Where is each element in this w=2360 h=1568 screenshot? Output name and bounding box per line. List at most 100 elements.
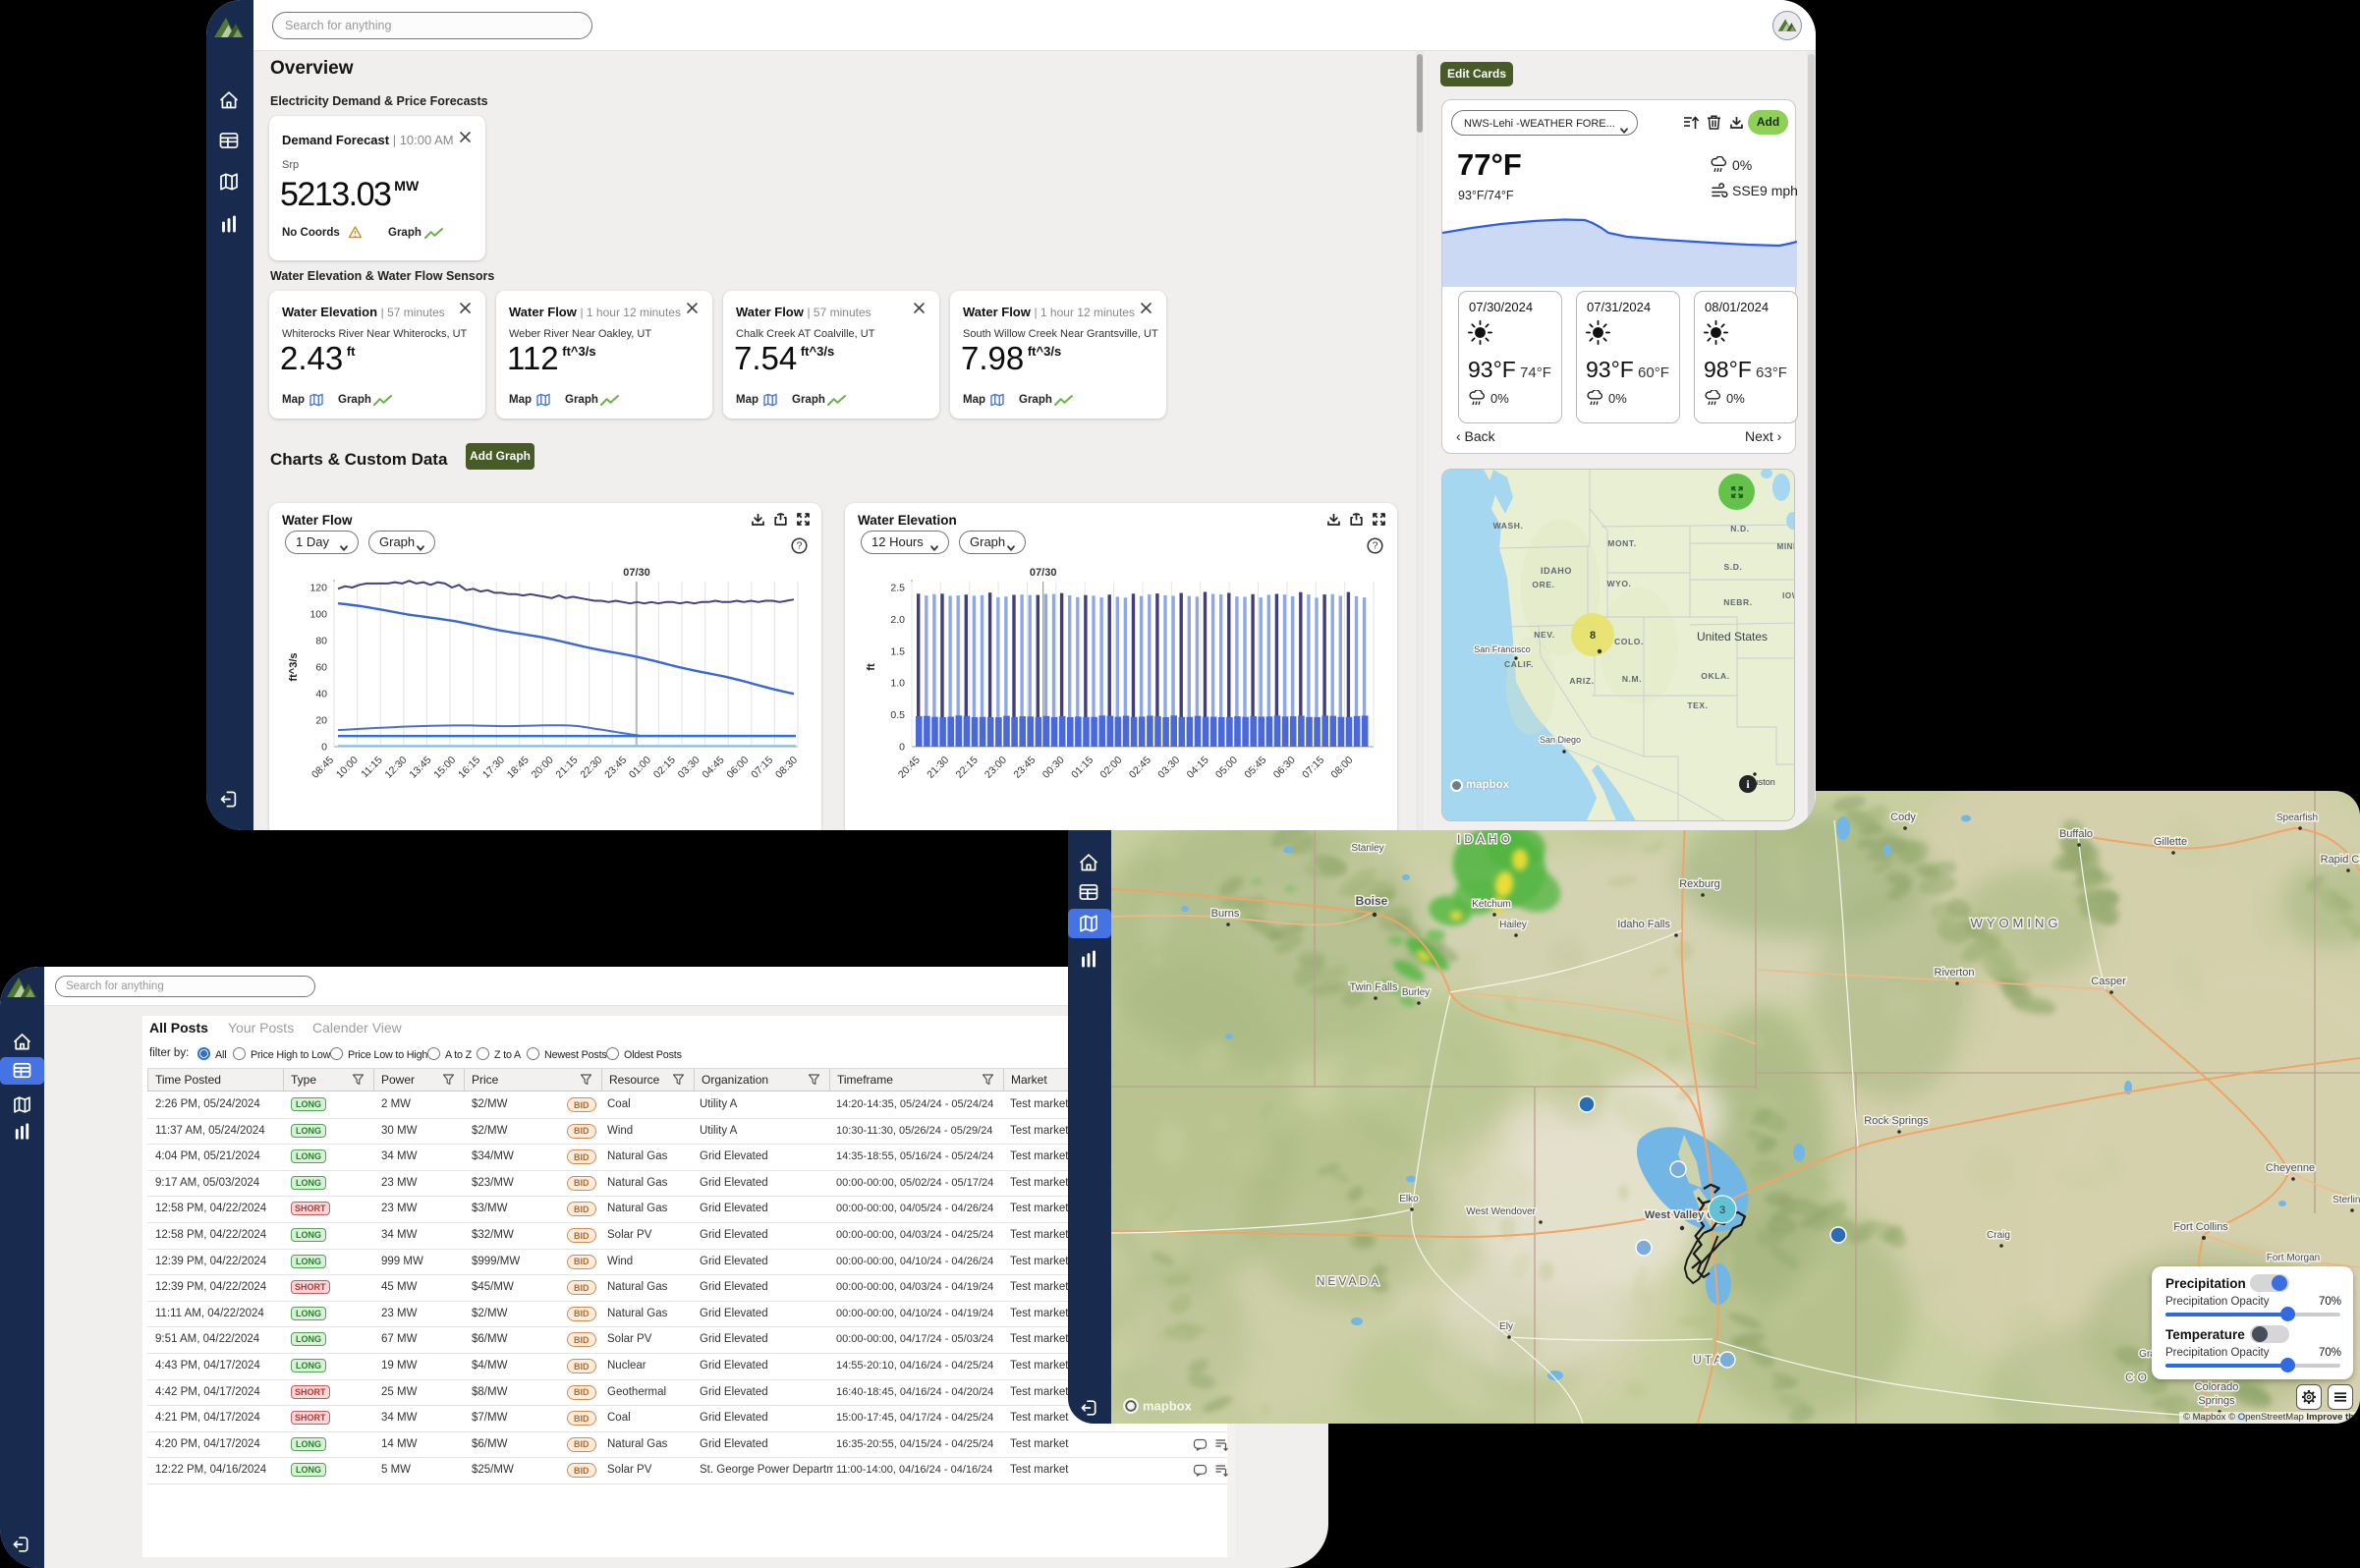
svg-text:02:00: 02:00 <box>1097 755 1124 781</box>
svg-text:04:15: 04:15 <box>1185 755 1211 781</box>
svg-text:21:30: 21:30 <box>925 755 951 781</box>
svg-text:WASH.: WASH. <box>1493 521 1524 531</box>
svg-text:18:45: 18:45 <box>505 755 532 781</box>
svg-text:05:00: 05:00 <box>1213 755 1240 781</box>
svg-text:01:15: 01:15 <box>1069 755 1096 781</box>
svg-text:80: 80 <box>315 636 327 647</box>
svg-text:22:15: 22:15 <box>954 755 981 781</box>
svg-text:ft: ft <box>866 663 877 671</box>
svg-text:Burley: Burley <box>1402 987 1430 998</box>
svg-text:2.0: 2.0 <box>890 614 905 626</box>
svg-text:0: 0 <box>321 742 327 754</box>
svg-text:IDAHO: IDAHO <box>1457 832 1514 846</box>
svg-text:Ketchum: Ketchum <box>1472 899 1510 910</box>
svg-text:08:30: 08:30 <box>773 755 800 781</box>
svg-text:NEVADA: NEVADA <box>1317 1274 1381 1288</box>
svg-text:07:15: 07:15 <box>1300 755 1326 781</box>
svg-text:23:45: 23:45 <box>602 755 629 781</box>
svg-text:Twin Falls: Twin Falls <box>1350 981 1398 993</box>
svg-text:100: 100 <box>309 609 327 621</box>
svg-text:02:15: 02:15 <box>651 755 678 781</box>
svg-text:Elko: Elko <box>1399 1194 1419 1204</box>
svg-text:07/30: 07/30 <box>623 567 650 579</box>
svg-text:120: 120 <box>309 583 327 594</box>
svg-text:Spearfish: Spearfish <box>2276 812 2318 823</box>
svg-text:Springs: Springs <box>2198 1395 2235 1407</box>
svg-text:CALIF.: CALIF. <box>1504 659 1534 669</box>
svg-text:23:45: 23:45 <box>1011 755 1038 781</box>
svg-text:04:45: 04:45 <box>701 755 727 781</box>
svg-text:IOW: IOW <box>1782 591 1795 600</box>
svg-text:NEV.: NEV. <box>1534 630 1554 640</box>
svg-text:Gillette: Gillette <box>2154 836 2187 848</box>
svg-text:Fort Collins: Fort Collins <box>2173 1221 2228 1233</box>
svg-text:N.M.: N.M. <box>1622 674 1642 684</box>
svg-text:COLO.: COLO. <box>1614 637 1644 646</box>
svg-text:8: 8 <box>1590 630 1596 642</box>
svg-text:03:30: 03:30 <box>676 755 702 781</box>
svg-text:IDAHO: IDAHO <box>1541 566 1572 576</box>
svg-text:MONT.: MONT. <box>1607 538 1636 548</box>
svg-text:Rexburg: Rexburg <box>1679 878 1720 890</box>
svg-text:40: 40 <box>315 689 327 700</box>
svg-text:Craig: Craig <box>1987 1230 2010 1241</box>
svg-text:Burns: Burns <box>1211 908 1240 920</box>
svg-text:01:00: 01:00 <box>627 755 653 781</box>
svg-text:22:30: 22:30 <box>578 755 604 781</box>
svg-text:ft^3/s: ft^3/s <box>288 652 300 681</box>
svg-text:15:00: 15:00 <box>431 755 458 781</box>
svg-text:Rapid City: Rapid City <box>2321 854 2360 866</box>
svg-text:10:00: 10:00 <box>334 755 361 781</box>
svg-text:17:30: 17:30 <box>480 755 507 781</box>
svg-text:San Francisco: San Francisco <box>1474 644 1531 654</box>
svg-text:13:45: 13:45 <box>407 755 433 781</box>
svg-text:3: 3 <box>1719 1204 1725 1216</box>
svg-text:20: 20 <box>315 715 327 727</box>
svg-text:Hailey: Hailey <box>1499 920 1527 930</box>
svg-text:08:45: 08:45 <box>309 755 336 781</box>
svg-text:06:30: 06:30 <box>1271 755 1298 781</box>
svg-text:23:00: 23:00 <box>983 755 1009 781</box>
svg-text:07:15: 07:15 <box>749 755 775 781</box>
svg-text:05:45: 05:45 <box>1242 755 1268 781</box>
svg-text:San Diego: San Diego <box>1540 735 1581 745</box>
svg-text:Sterling: Sterling <box>2332 1195 2360 1205</box>
svg-text:2.5: 2.5 <box>890 583 905 594</box>
svg-text:CO: CO <box>2125 1371 2151 1384</box>
svg-text:0.5: 0.5 <box>890 709 905 721</box>
svg-text:N.D.: N.D. <box>1730 524 1749 533</box>
svg-text:1.0: 1.0 <box>890 678 905 690</box>
svg-text:Cheyenne: Cheyenne <box>2266 1162 2315 1174</box>
svg-text:08:00: 08:00 <box>1328 755 1355 781</box>
svg-text:MINN: MINN <box>1777 542 1795 551</box>
svg-text:16:15: 16:15 <box>456 755 482 781</box>
svg-text:Rock Springs: Rock Springs <box>1864 1115 1929 1127</box>
svg-text:06:00: 06:00 <box>724 755 751 781</box>
svg-text:12:30: 12:30 <box>383 755 410 781</box>
svg-text:United States: United States <box>1697 630 1768 644</box>
svg-text:ARIZ.: ARIZ. <box>1569 676 1594 686</box>
svg-text:Colorado: Colorado <box>2195 1381 2239 1393</box>
svg-text:Boise: Boise <box>1356 894 1388 908</box>
svg-text:Buffalo: Buffalo <box>2059 828 2093 840</box>
svg-text:00:30: 00:30 <box>1040 755 1067 781</box>
svg-text:WYOMING: WYOMING <box>1971 916 2062 930</box>
svg-text:0: 0 <box>899 742 905 754</box>
svg-text:Casper: Casper <box>2091 976 2126 987</box>
svg-text:Cody: Cody <box>1890 812 1916 823</box>
svg-text:07/30: 07/30 <box>1030 567 1057 579</box>
svg-text:mapbox: mapbox <box>1143 1399 1193 1414</box>
svg-text:Idaho Falls: Idaho Falls <box>1617 919 1670 930</box>
svg-text:21:15: 21:15 <box>553 755 580 781</box>
svg-text:TEX.: TEX. <box>1687 700 1708 710</box>
svg-text:NEBR.: NEBR. <box>1723 597 1752 607</box>
svg-text:WYO.: WYO. <box>1606 579 1631 588</box>
svg-text:20:45: 20:45 <box>896 755 923 781</box>
svg-text:11:15: 11:15 <box>359 755 385 781</box>
svg-text:20:00: 20:00 <box>530 755 556 781</box>
svg-text:Stanley: Stanley <box>1351 843 1383 854</box>
svg-text:Ely: Ely <box>1499 1321 1513 1332</box>
svg-text:West Wendover: West Wendover <box>1466 1206 1536 1217</box>
svg-text:ORE.: ORE. <box>1532 580 1554 589</box>
svg-text:OKLA.: OKLA. <box>1701 671 1729 681</box>
